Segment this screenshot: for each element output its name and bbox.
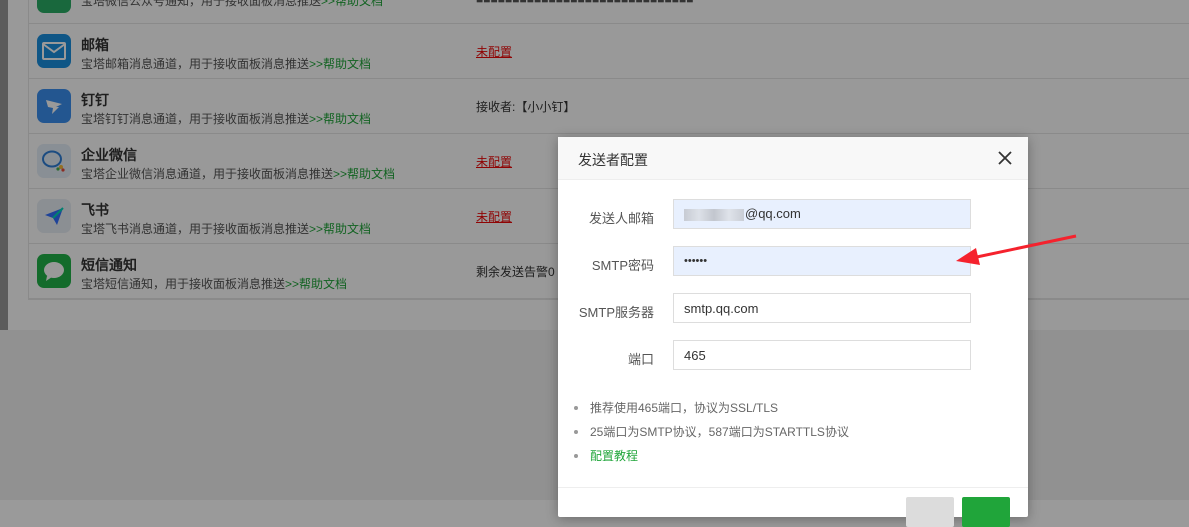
dialog-title: 发送者配置 — [578, 152, 648, 168]
smtp-server-input[interactable] — [673, 293, 971, 323]
sender-config-dialog: 发送者配置 发送人邮箱 @qq.com SMTP密码 •••••• SMTP服务… — [558, 137, 1028, 527]
config-tutorial-link[interactable]: 配置教程 — [590, 449, 638, 463]
smtp-server-label: SMTP服务器 — [578, 305, 654, 320]
dialog-header: 发送者配置 — [558, 137, 1028, 180]
port-label: 端口 — [627, 352, 654, 367]
sender-email-label: 发送人邮箱 — [588, 211, 654, 226]
port-row: 端口 — [558, 340, 1028, 372]
tip-item: 25端口为SMTP协议，587端口为STARTTLS协议 — [572, 423, 849, 447]
smtp-server-row: SMTP服务器 — [558, 293, 1028, 325]
confirm-button[interactable] — [962, 497, 1010, 527]
annotation-arrow-icon — [956, 234, 1077, 265]
tips-list: 推荐使用465端口，协议为SSL/TLS 25端口为SMTP协议，587端口为S… — [572, 399, 849, 471]
sender-email-input[interactable]: @qq.com — [673, 199, 971, 229]
port-input[interactable] — [673, 340, 971, 370]
cancel-button[interactable] — [906, 497, 954, 527]
redacted-text — [684, 208, 744, 221]
close-icon[interactable] — [996, 149, 1014, 167]
tip-item: 推荐使用465端口，协议为SSL/TLS — [572, 399, 849, 423]
smtp-password-label: SMTP密码 — [591, 258, 654, 273]
dialog-footer — [558, 487, 1028, 527]
sender-email-row: 发送人邮箱 @qq.com — [558, 199, 1028, 231]
tip-item: 配置教程 — [572, 447, 849, 471]
smtp-password-input[interactable]: •••••• — [673, 246, 971, 276]
